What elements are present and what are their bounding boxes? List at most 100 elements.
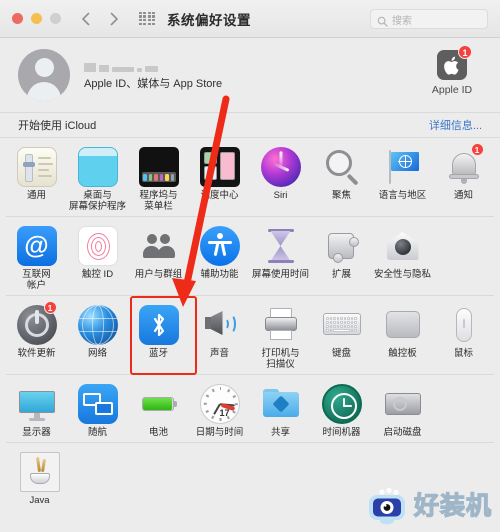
general-icon [16, 147, 57, 187]
extensions-icon [322, 226, 362, 266]
icloud-strip: 开始使用 iCloud 详细信息... [0, 112, 500, 138]
pane-label: 软件更新 [17, 348, 56, 359]
monitor-eye-logo-icon [368, 486, 410, 526]
pane-label: 语言与地区 [378, 190, 427, 201]
pane-printers-scanners[interactable]: 打印机与 扫描仪 [250, 302, 311, 370]
pane-row: 1 软件更新 网络 蓝牙 声音 打印机与 扫描仪 键盘 触控板 鼠标 [6, 296, 494, 375]
pane-language-region[interactable]: 语言与地区 [372, 144, 433, 212]
apple-id-pane[interactable]: 1 Apple ID [422, 45, 482, 96]
pane-label: 电池 [148, 427, 168, 438]
pane-label: 调度中心 [200, 190, 239, 201]
pane-mission-control[interactable]: 调度中心 [189, 144, 250, 212]
pane-screen-time[interactable]: 屏幕使用时间 [250, 223, 311, 291]
java-icon [19, 452, 60, 492]
pane-label: 日期与时间 [195, 427, 244, 438]
minimize-button[interactable] [31, 13, 42, 24]
pane-java[interactable]: Java [6, 449, 73, 506]
icloud-start-label: 开始使用 iCloud [18, 120, 97, 132]
language-region-icon [383, 147, 423, 187]
show-all-grid-icon[interactable] [139, 11, 155, 26]
account-info: Apple ID、媒体与 App Store [84, 59, 222, 91]
pane-label: 蓝牙 [148, 348, 168, 359]
accessibility-icon [199, 226, 240, 266]
pane-internet-accounts[interactable]: @ 互联网 帐户 [6, 223, 67, 291]
pane-notifications[interactable]: 1 通知 [433, 143, 494, 212]
pane-label: 聚焦 [331, 190, 351, 201]
software-update-icon: 1 [16, 301, 57, 345]
pane-sidecar[interactable]: 随航 [67, 381, 128, 438]
pane-sharing[interactable]: 共享 [250, 381, 311, 438]
search-placeholder: 搜索 [392, 15, 412, 27]
pane-desktop-screensaver[interactable]: 桌面与 屏幕保护程序 [67, 144, 128, 212]
pane-label: 触控 ID [81, 269, 114, 280]
mission-control-icon [199, 147, 240, 187]
pane-startup-disk[interactable]: 启动磁盘 [372, 381, 433, 438]
sharing-icon [261, 384, 301, 424]
pane-siri[interactable]: Siri [250, 144, 311, 212]
pane-security-privacy[interactable]: 安全性与隐私 [372, 223, 433, 291]
mouse-icon [444, 305, 484, 345]
pane-label: 鼠标 [453, 348, 473, 359]
apple-id-label: Apple ID [431, 84, 473, 96]
pane-users-groups[interactable]: 用户与群组 [128, 223, 189, 291]
apple-id-banner[interactable]: Apple ID、媒体与 App Store 1 Apple ID [0, 38, 500, 112]
battery-icon [139, 384, 179, 424]
window-titlebar: 系统偏好设置 搜索 [0, 0, 500, 38]
pane-row: 通用 桌面与 屏幕保护程序 程序坞与 菜单栏 调度中心 Siri 聚焦 语言与地… [6, 138, 494, 217]
siri-icon [260, 147, 301, 187]
desktop-screensaver-icon [77, 147, 118, 187]
network-icon [77, 305, 118, 345]
avatar[interactable] [18, 49, 70, 101]
time-machine-icon [321, 384, 362, 424]
dock-menubar-icon [138, 147, 179, 187]
pane-label: 共享 [270, 427, 290, 438]
back-chevron-icon[interactable] [79, 11, 93, 27]
pane-keyboard[interactable]: 键盘 [311, 302, 372, 370]
pane-label: 辅助功能 [200, 269, 239, 280]
date-time-icon: 17 [199, 384, 240, 424]
sidecar-icon [77, 384, 118, 424]
pane-general[interactable]: 通用 [6, 144, 67, 212]
search-icon [377, 14, 388, 27]
pane-spacer [433, 381, 494, 438]
pane-label: 显示器 [22, 427, 51, 438]
pane-mouse[interactable]: 鼠标 [433, 302, 494, 370]
window-title: 系统偏好设置 [167, 12, 251, 28]
pane-extensions[interactable]: 扩展 [311, 223, 372, 291]
pane-bluetooth[interactable]: 蓝牙 [128, 302, 189, 370]
pane-displays[interactable]: 显示器 [6, 381, 67, 438]
pane-label: 声音 [209, 348, 229, 359]
account-name-redacted [84, 59, 222, 72]
pane-time-machine[interactable]: 时间机器 [311, 381, 372, 438]
zoom-button[interactable] [50, 13, 61, 24]
pane-network[interactable]: 网络 [67, 302, 128, 370]
keyboard-icon [322, 305, 362, 345]
pane-software-update[interactable]: 1 软件更新 [6, 301, 67, 370]
pane-label: 安全性与隐私 [373, 269, 431, 280]
apple-id-badge: 1 [458, 45, 472, 59]
preference-panes: 通用 桌面与 屏幕保护程序 程序坞与 菜单栏 调度中心 Siri 聚焦 语言与地… [0, 138, 500, 510]
pane-date-time[interactable]: 17 日期与时间 [189, 381, 250, 438]
pane-dock-menubar[interactable]: 程序坞与 菜单栏 [128, 144, 189, 212]
account-subtitle: Apple ID、媒体与 App Store [84, 78, 223, 90]
pane-label: 屏幕使用时间 [251, 269, 309, 280]
displays-icon [17, 384, 57, 424]
forward-chevron-icon[interactable] [107, 11, 121, 27]
search-field[interactable]: 搜索 [370, 9, 488, 29]
pane-accessibility[interactable]: 辅助功能 [189, 223, 250, 291]
apple-logo-icon: 1 [437, 45, 472, 80]
trackpad-icon [383, 305, 423, 345]
close-button[interactable] [12, 13, 23, 24]
pane-battery[interactable]: 电池 [128, 381, 189, 438]
pane-label: 随航 [87, 427, 107, 438]
pane-touch-id[interactable]: 触控 ID [67, 223, 128, 291]
pane-sound[interactable]: 声音 [189, 302, 250, 370]
pane-label: Java [29, 495, 50, 506]
startup-disk-icon [383, 384, 423, 424]
pane-label: 桌面与 屏幕保护程序 [68, 190, 126, 212]
icloud-details-link[interactable]: 详细信息... [429, 117, 482, 133]
pane-trackpad[interactable]: 触控板 [372, 302, 433, 370]
pane-label: 互联网 帐户 [22, 269, 51, 291]
pane-spotlight[interactable]: 聚焦 [311, 144, 372, 212]
security-privacy-icon [383, 226, 423, 266]
